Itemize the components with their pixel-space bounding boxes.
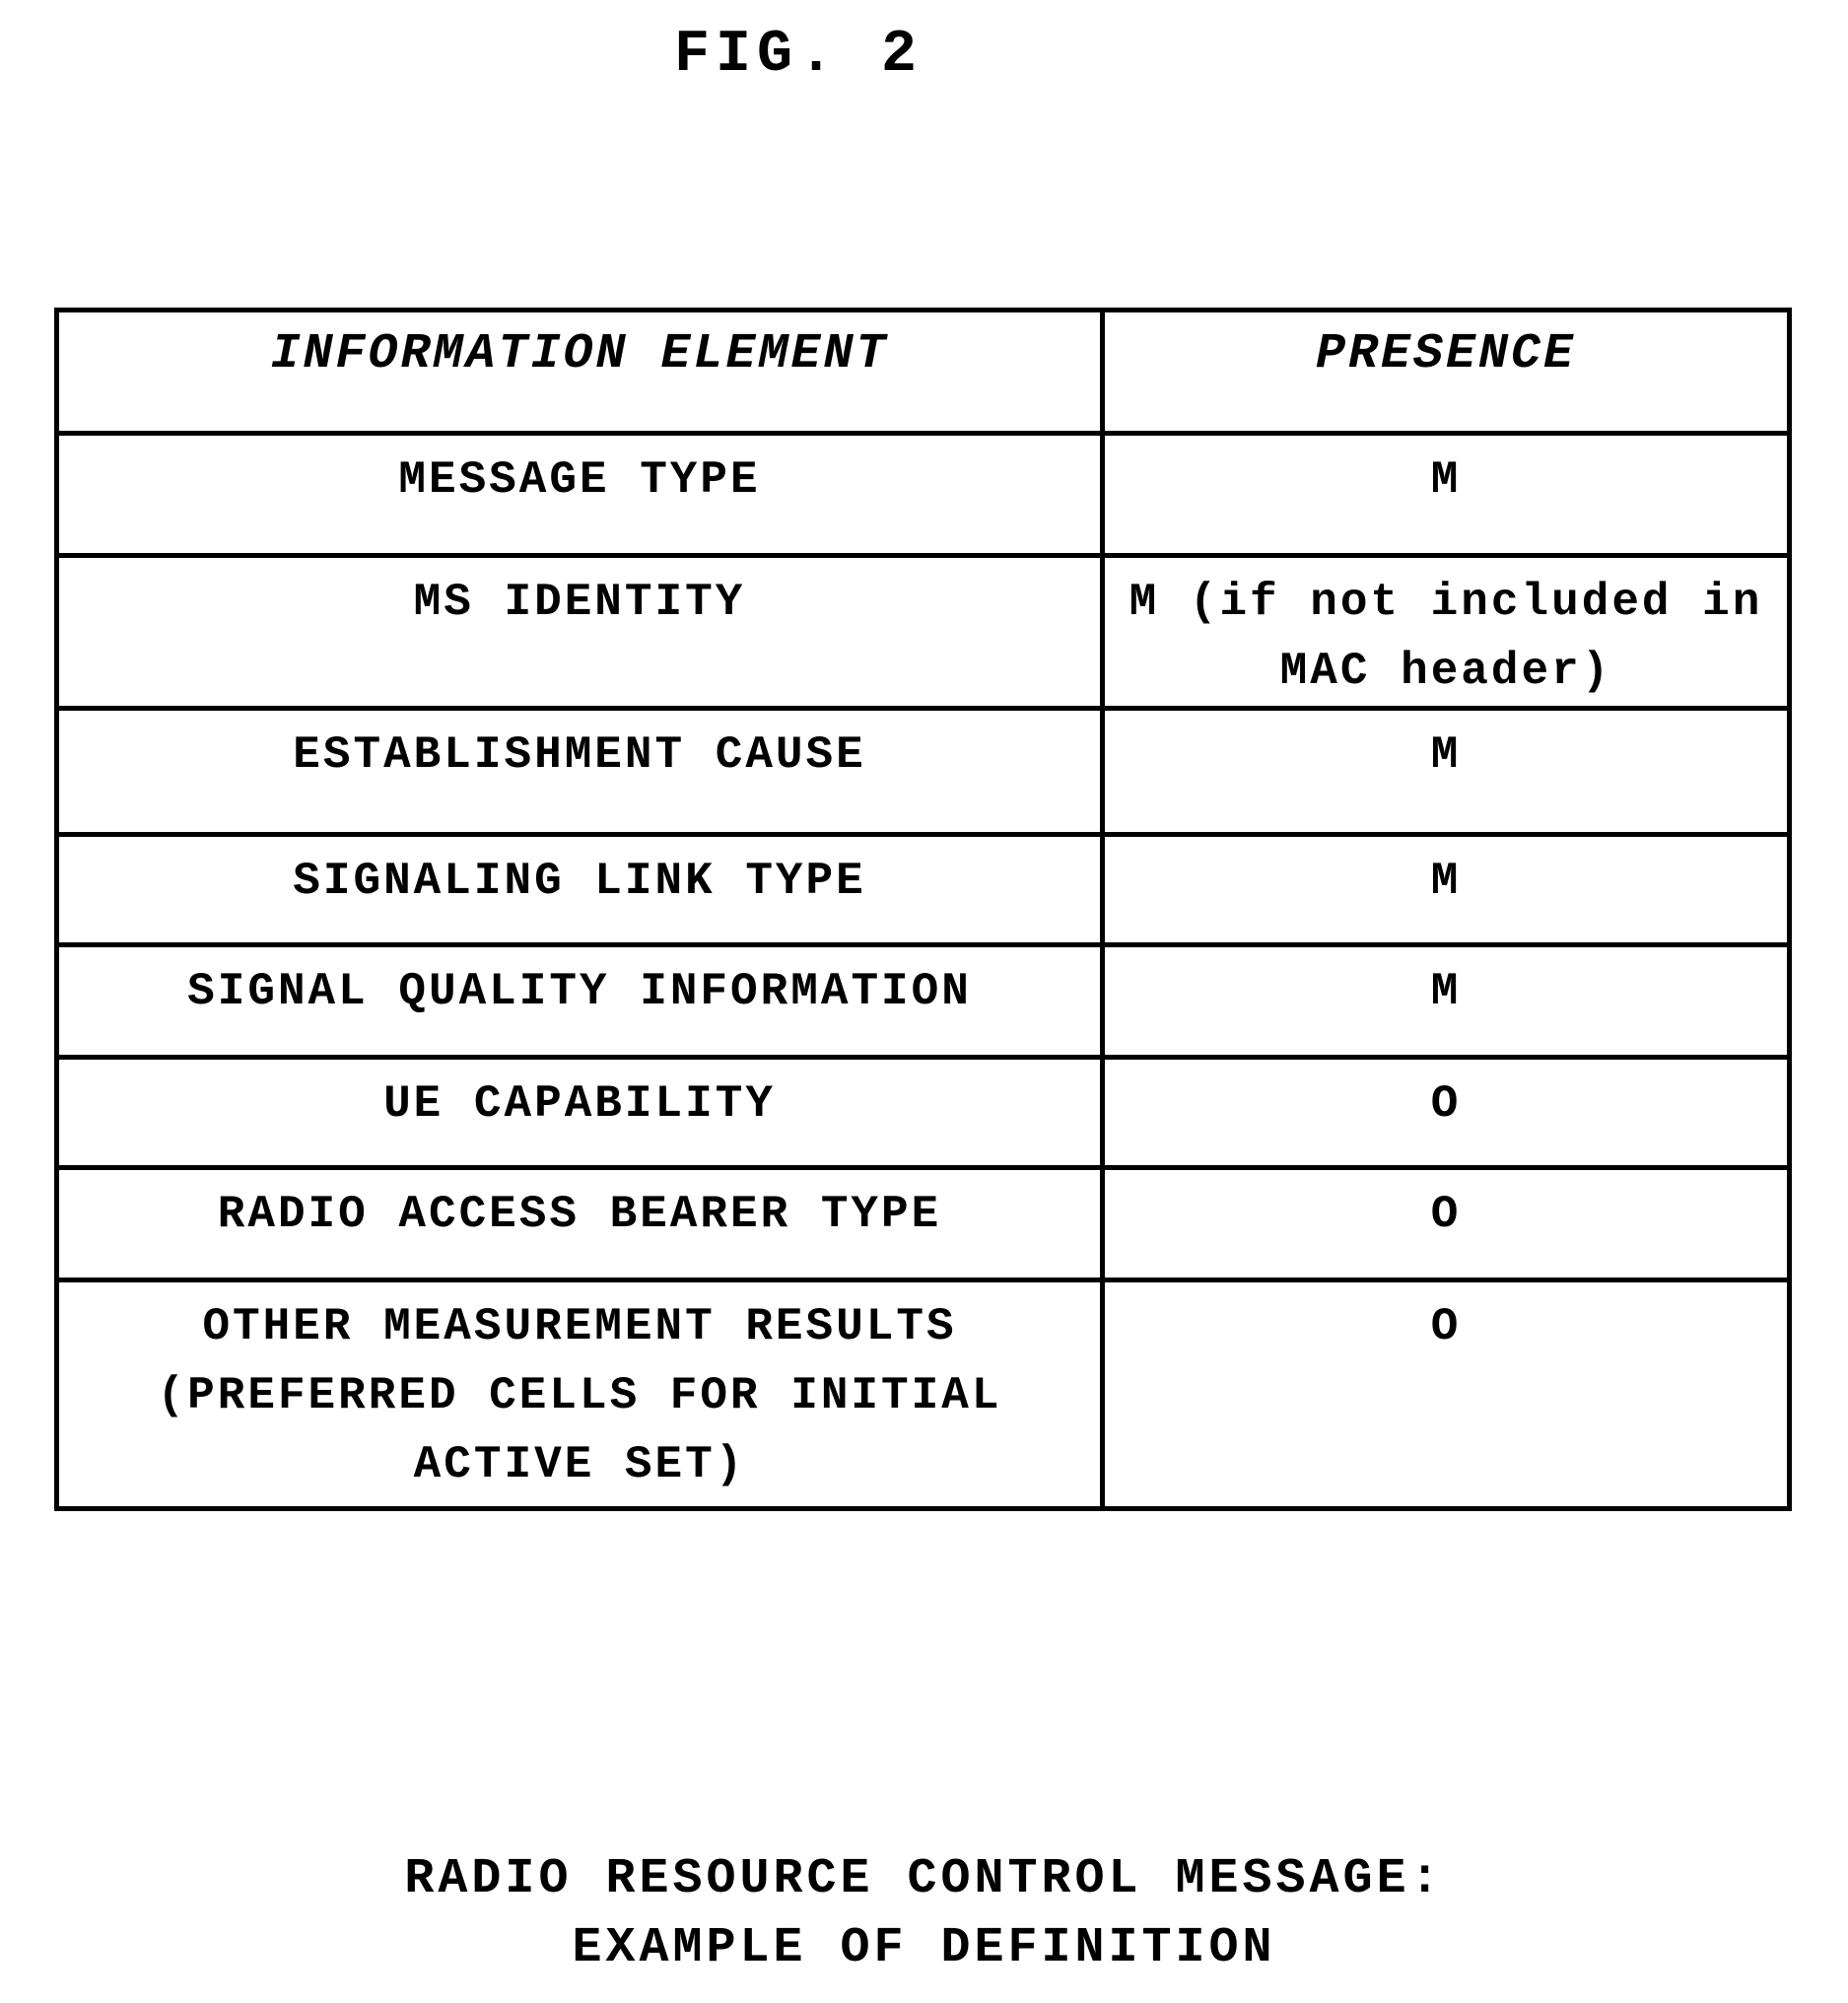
presence-cell: M (if not included in MAC header) (1100, 553, 1792, 711)
presence-cell: O (1100, 1278, 1792, 1511)
element-cell: SIGNAL QUALITY INFORMATION (54, 942, 1105, 1060)
element-cell: ESTABLISHMENT CAUSE (54, 706, 1105, 837)
table-row: MESSAGE TYPE M (54, 431, 1792, 558)
table-header-row: INFORMATION ELEMENT PRESENCE (54, 308, 1792, 436)
presence-cell: M (1100, 942, 1792, 1060)
presence-cell: M (1100, 431, 1792, 558)
information-element-table: INFORMATION ELEMENT PRESENCE MESSAGE TYP… (54, 308, 1792, 1511)
presence-cell: O (1100, 1165, 1792, 1282)
table-row: OTHER MEASUREMENT RESULTS (PREFERRED CEL… (54, 1278, 1792, 1511)
element-cell: SIGNALING LINK TYPE (54, 832, 1105, 947)
element-cell: MS IDENTITY (54, 553, 1105, 711)
table-row: ESTABLISHMENT CAUSE M (54, 706, 1792, 837)
element-cell: MESSAGE TYPE (54, 431, 1105, 558)
figure-caption: RADIO RESOURCE CONTROL MESSAGE: EXAMPLE … (0, 1845, 1848, 1983)
element-cell: OTHER MEASUREMENT RESULTS (PREFERRED CEL… (54, 1278, 1105, 1511)
caption-line-2: EXAMPLE OF DEFINITION (572, 1920, 1276, 1976)
element-cell: RADIO ACCESS BEARER TYPE (54, 1165, 1105, 1282)
header-presence: PRESENCE (1100, 308, 1792, 436)
header-information-element: INFORMATION ELEMENT (54, 308, 1105, 436)
presence-cell: M (1100, 832, 1792, 947)
table-row: MS IDENTITY M (if not included in MAC he… (54, 553, 1792, 711)
element-cell: UE CAPABILITY (54, 1055, 1105, 1170)
presence-cell: O (1100, 1055, 1792, 1170)
table-row: UE CAPABILITY O (54, 1055, 1792, 1170)
table-row: SIGNALING LINK TYPE M (54, 832, 1792, 947)
caption-line-1: RADIO RESOURCE CONTROL MESSAGE: (404, 1851, 1444, 1907)
table-row: RADIO ACCESS BEARER TYPE O (54, 1165, 1792, 1282)
figure-title: FIG. 2 (673, 22, 924, 89)
table-row: SIGNAL QUALITY INFORMATION M (54, 942, 1792, 1060)
presence-cell: M (1100, 706, 1792, 837)
